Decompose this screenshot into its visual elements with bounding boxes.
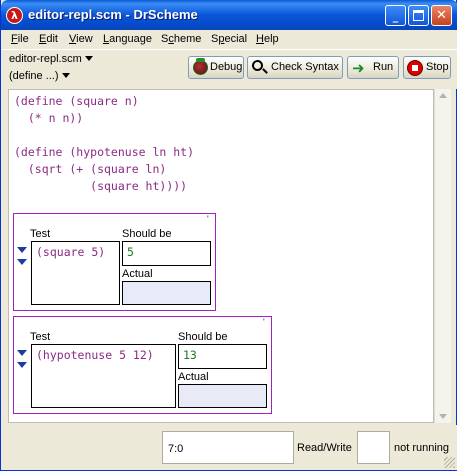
menu-special[interactable]: Special (211, 33, 247, 45)
check-syntax-button[interactable]: Check Syntax (247, 56, 343, 79)
scroll-up-arrow-icon[interactable] (439, 93, 447, 98)
resize-grip-icon[interactable] (444, 457, 455, 468)
definitions-editor[interactable]: (define (square n) (* n n)) (define (hyp… (8, 89, 434, 423)
window-title: editor-repl.scm - DrScheme (28, 7, 198, 22)
define-selector-label: (define ...) (9, 70, 59, 82)
gc-indicator (357, 431, 390, 464)
collapse-triangle-icon[interactable] (17, 247, 27, 253)
run-button[interactable]: ➜ Run (347, 56, 399, 79)
menu-mnemonic: V (69, 33, 77, 45)
dropdown-arrow-icon (84, 56, 93, 61)
expected-value-field[interactable]: 13 (178, 344, 267, 369)
vertical-scrollbar[interactable] (434, 89, 451, 423)
toolbar: editor-repl.scm (define ...) Debug Check… (2, 49, 457, 89)
actual-label: Actual (178, 371, 209, 383)
status-bar: 7:0 Read/Write not running (2, 425, 457, 470)
maximize-icon (413, 10, 424, 21)
magnifier-icon (252, 60, 263, 71)
title-bar[interactable]: λ editor-repl.scm - DrScheme _ ✕ (1, 0, 457, 30)
define-selector[interactable]: (define ...) (9, 70, 70, 82)
debug-label: Debug (210, 61, 243, 73)
menu-view[interactable]: View (69, 33, 93, 45)
collapse-triangle-icon[interactable] (17, 362, 27, 368)
actual-value-field (122, 281, 211, 305)
test-expression-field[interactable]: (square 5) (31, 241, 120, 305)
file-selector[interactable]: editor-repl.scm (9, 53, 93, 65)
should-be-label: Should be (122, 228, 172, 240)
menu-edit[interactable]: Edit (39, 33, 58, 45)
collapse-triangle-icon[interactable] (17, 350, 27, 356)
menu-mnemonic: p (218, 33, 225, 45)
check-syntax-label: Check Syntax (271, 61, 339, 73)
test-box-corner-mark: ' (207, 214, 209, 224)
menu-scheme[interactable]: Scheme (161, 33, 201, 45)
stop-sign-icon (407, 60, 423, 76)
close-button[interactable]: ✕ (431, 5, 452, 26)
test-box-corner-mark: ' (263, 317, 265, 327)
run-label: Run (373, 61, 394, 73)
menu-file[interactable]: File (11, 33, 29, 45)
file-selector-label: editor-repl.scm (9, 53, 82, 65)
test-label: Test (30, 331, 51, 343)
scroll-down-arrow-icon[interactable] (439, 414, 447, 419)
actual-value-field (178, 384, 267, 408)
menu-help[interactable]: Help (256, 33, 279, 45)
test-label: Test (30, 228, 51, 240)
drscheme-window: λ editor-repl.scm - DrScheme _ ✕ File Ed… (0, 0, 457, 471)
running-status: not running (394, 442, 450, 454)
minimize-button[interactable]: _ (385, 5, 406, 26)
stop-button[interactable]: Stop (403, 56, 451, 79)
menu-language[interactable]: Language (103, 33, 152, 45)
test-expression-field[interactable]: (hypotenuse 5 12) (31, 344, 176, 408)
code-line: (define (hypotenuse ln ht) (14, 145, 195, 159)
menu-mnemonic: H (256, 33, 264, 45)
lambda-icon: λ (6, 7, 23, 24)
actual-label: Actual (122, 268, 153, 280)
cursor-position: 7:0 (162, 431, 294, 464)
should-be-label: Should be (178, 331, 228, 343)
maximize-button[interactable] (408, 5, 429, 26)
bug-icon (193, 58, 208, 75)
menu-mnemonic: c (168, 33, 174, 45)
test-case-box[interactable]: ' Test Should be (square 5) 5 Actual (13, 213, 216, 311)
running-man-icon: ➜ (352, 59, 365, 77)
code-line: (square ht)))) (14, 179, 188, 193)
stop-label: Stop (426, 61, 449, 73)
menu-mnemonic: L (103, 33, 110, 45)
menu-mnemonic: F (11, 33, 18, 45)
menu-bar: File Edit View Language Scheme Special H… (2, 30, 457, 49)
dropdown-arrow-icon (61, 73, 70, 78)
menu-mnemonic: E (39, 33, 47, 45)
debug-button[interactable]: Debug (188, 56, 244, 79)
code-line: (define (square n) (14, 94, 139, 108)
collapse-triangle-icon[interactable] (17, 259, 27, 265)
test-case-box[interactable]: ' Test Should be (hypotenuse 5 12) 13 Ac… (13, 316, 272, 414)
read-write-status[interactable]: Read/Write (297, 442, 352, 454)
code-line: (sqrt (+ (square ln) (14, 162, 167, 176)
code-line: (* n n)) (14, 111, 84, 125)
expected-value-field[interactable]: 5 (122, 241, 211, 266)
